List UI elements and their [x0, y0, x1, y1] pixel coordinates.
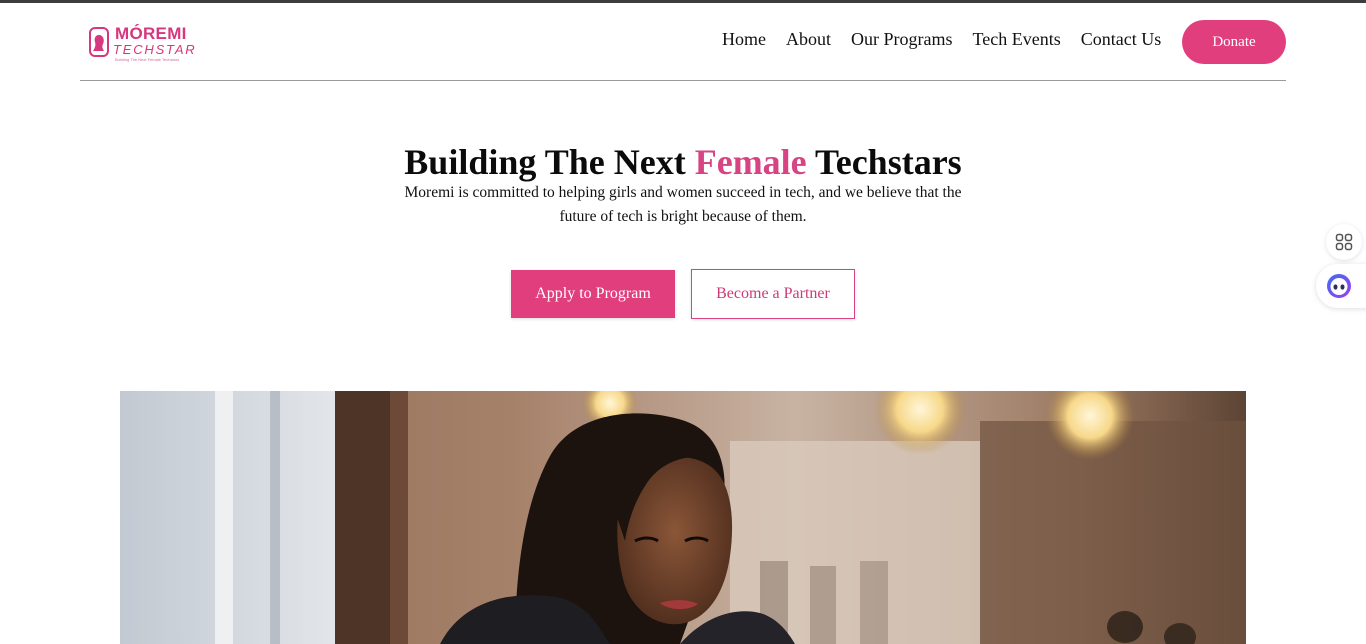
browser-top-strip — [0, 0, 1366, 3]
hero-photo — [120, 391, 1246, 644]
apply-to-program-button[interactable]: Apply to Program — [511, 270, 675, 318]
hero-photo-illustration — [120, 391, 1246, 644]
nav-our-programs[interactable]: Our Programs — [851, 28, 953, 50]
hero-title: Building The Next Female Techstars — [0, 140, 1366, 184]
header-divider — [80, 80, 1286, 81]
donate-button[interactable]: Donate — [1182, 20, 1286, 64]
brand-logo[interactable]: MÓREMI TECHSTAR Building The Next Female… — [88, 24, 195, 64]
assistant-button[interactable] — [1316, 264, 1366, 308]
brand-name-line1: MÓREMI — [115, 24, 187, 43]
assistant-bot-icon — [1327, 274, 1351, 298]
logo-female-profile-icon — [89, 27, 109, 57]
brand-name-line2: TECHSTAR — [113, 42, 197, 57]
hero-title-start: Building The Next — [404, 142, 695, 182]
apps-grid-button[interactable] — [1326, 224, 1362, 260]
page: MÓREMI TECHSTAR Building The Next Female… — [0, 0, 1366, 644]
main-nav: Home About Our Programs Tech Events Cont… — [722, 27, 1161, 51]
hero-subtitle: Moremi is committed to helping girls and… — [404, 184, 962, 225]
apps-grid-icon — [1335, 233, 1353, 251]
hero-title-accent: Female — [694, 142, 807, 182]
nav-home[interactable]: Home — [722, 28, 766, 50]
nav-contact-us[interactable]: Contact Us — [1081, 28, 1162, 50]
hero-title-end: Techstars — [806, 142, 962, 182]
nav-about[interactable]: About — [786, 28, 831, 50]
nav-tech-events[interactable]: Tech Events — [973, 28, 1061, 50]
brand-tagline: Building The Next Female Techstars — [115, 57, 180, 62]
become-partner-button[interactable]: Become a Partner — [691, 269, 855, 319]
